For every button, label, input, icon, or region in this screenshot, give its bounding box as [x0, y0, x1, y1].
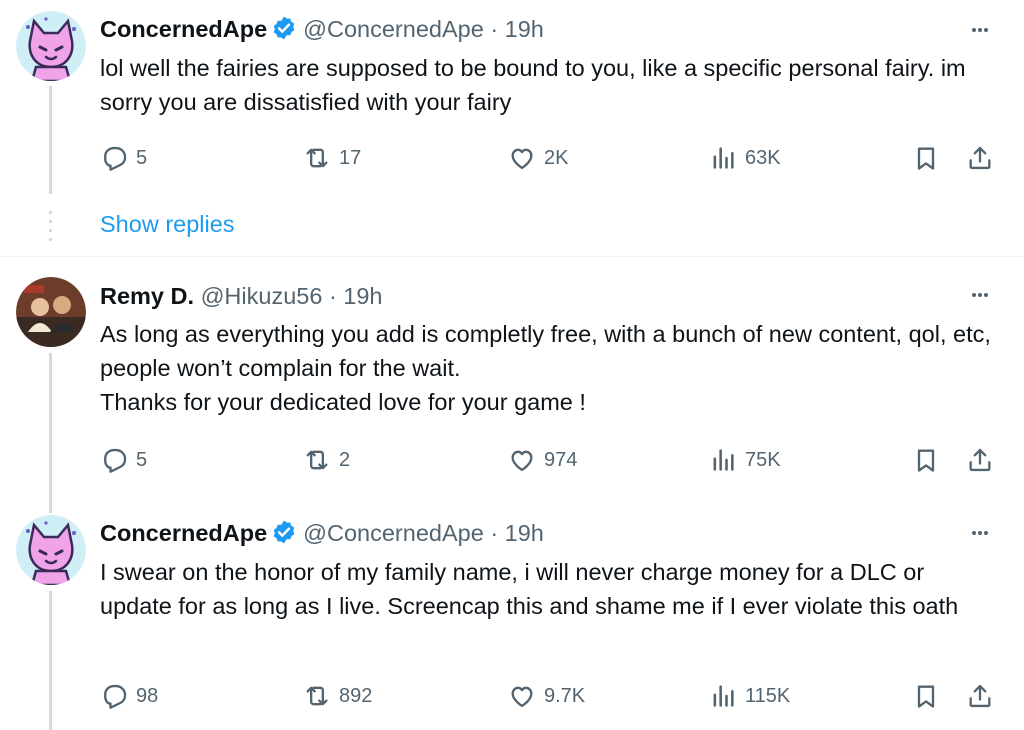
handle[interactable]: @ConcernedApe [303, 520, 484, 546]
display-name[interactable]: Remy D. [100, 283, 194, 309]
share-button[interactable] [966, 141, 994, 175]
more-icon[interactable] [962, 521, 998, 545]
retweet-icon [306, 450, 328, 470]
retweet-button[interactable]: 892 [303, 679, 372, 713]
bookmark-button[interactable] [912, 141, 940, 175]
display-name[interactable]: ConcernedApe [100, 520, 267, 546]
tweet-actions: 5 17 2K 63K [100, 141, 1000, 175]
avatar[interactable] [16, 277, 86, 347]
tweet-text: lol well the fairies are supposed to be … [100, 55, 966, 115]
more-icon[interactable] [962, 18, 998, 42]
retweet-count: 892 [339, 684, 373, 707]
views-count: 63K [745, 146, 781, 169]
views-count: 115K [745, 684, 791, 707]
thread-line [49, 353, 52, 513]
views-icon [713, 449, 734, 471]
share-button[interactable] [966, 679, 994, 713]
tweet-3[interactable]: ConcernedApe @ConcernedApe · 19h I swear … [0, 497, 1024, 730]
share-icon [969, 684, 991, 708]
tweet-1[interactable]: ConcernedApe @ConcernedApe · 19h lol well… [0, 0, 1024, 250]
retweet-count: 2 [339, 448, 351, 471]
tweet-2[interactable]: Remy D. @Hikuzu56 · 19h As long as every… [0, 257, 1024, 513]
tweet-header: ConcernedApe @ConcernedApe · 19h [100, 14, 544, 44]
handle[interactable]: @ConcernedApe [303, 16, 484, 42]
separator-dot: · [490, 16, 499, 42]
pink-cat-avatar-icon [16, 515, 86, 585]
photo-avatar-icon [16, 277, 86, 347]
avatar[interactable] [16, 515, 86, 585]
thread-dots [49, 211, 52, 247]
retweet-icon [306, 148, 328, 168]
verified-badge-icon[interactable] [271, 15, 297, 41]
tweet-text: I swear on the honor of my family name, … [100, 559, 959, 619]
like-icon [511, 450, 533, 472]
tweet-text: As long as everything you add is complet… [100, 321, 991, 415]
show-replies-link[interactable]: Show replies [100, 209, 235, 239]
like-button[interactable]: 974 [508, 443, 577, 477]
timestamp[interactable]: 19h [343, 283, 382, 309]
thread-line [49, 86, 52, 194]
more-icon[interactable] [962, 283, 998, 307]
handle[interactable]: @Hikuzu56 [201, 283, 323, 309]
separator-dot: · [328, 283, 337, 309]
like-count: 974 [544, 448, 578, 471]
like-count: 2K [544, 146, 569, 169]
bookmark-icon [917, 449, 935, 472]
retweet-button[interactable]: 17 [303, 141, 361, 175]
views-button[interactable]: 75K [709, 443, 781, 477]
reply-button[interactable]: 5 [100, 141, 147, 175]
views-button[interactable]: 115K [709, 679, 790, 713]
reply-icon [104, 146, 127, 171]
bookmark-icon [917, 685, 935, 708]
separator-dot: · [490, 520, 499, 546]
avatar[interactable] [16, 11, 86, 81]
tweet-header: ConcernedApe @ConcernedApe · 19h [100, 518, 544, 548]
views-icon [713, 685, 734, 707]
tweet-actions: 98 892 9.7K 115K [100, 679, 1000, 713]
views-icon [713, 147, 734, 169]
views-count: 75K [745, 448, 781, 471]
reply-button[interactable]: 98 [100, 679, 158, 713]
retweet-count: 17 [339, 146, 362, 169]
tweet-actions: 5 2 974 75K [100, 443, 1000, 477]
thread-line [49, 591, 52, 730]
reply-icon [104, 684, 127, 709]
like-icon [511, 686, 533, 708]
bookmark-button[interactable] [912, 679, 940, 713]
share-icon [969, 448, 991, 472]
timestamp[interactable]: 19h [505, 520, 544, 546]
share-icon [969, 146, 991, 170]
reply-count: 98 [136, 684, 159, 707]
like-button[interactable]: 2K [508, 141, 568, 175]
views-button[interactable]: 63K [709, 141, 781, 175]
retweet-button[interactable]: 2 [303, 443, 350, 477]
bookmark-icon [917, 147, 935, 170]
reply-button[interactable]: 5 [100, 443, 147, 477]
tweet-header: Remy D. @Hikuzu56 · 19h [100, 281, 383, 311]
timestamp[interactable]: 19h [505, 16, 544, 42]
bookmark-button[interactable] [912, 443, 940, 477]
like-button[interactable]: 9.7K [508, 679, 585, 713]
retweet-icon [306, 686, 328, 706]
pink-cat-avatar-icon [16, 11, 86, 81]
verified-badge-icon[interactable] [271, 519, 297, 545]
display-name[interactable]: ConcernedApe [100, 16, 267, 42]
share-button[interactable] [966, 443, 994, 477]
reply-count: 5 [136, 146, 148, 169]
reply-count: 5 [136, 448, 148, 471]
like-icon [511, 148, 533, 170]
like-count: 9.7K [544, 684, 586, 707]
reply-icon [104, 448, 127, 473]
